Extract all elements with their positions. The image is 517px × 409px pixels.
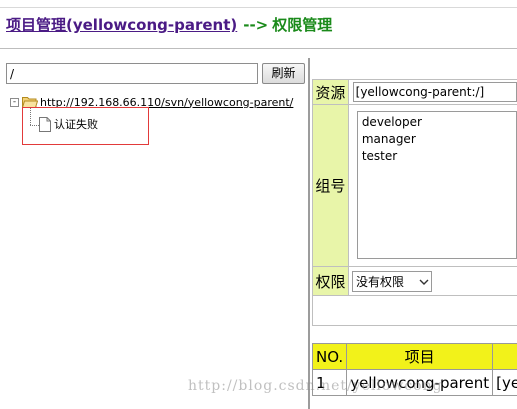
permission-panel: 资源 [yellowcong-parent:/] 组号 developer ma… <box>311 58 517 409</box>
top-divider <box>0 7 517 8</box>
resource-input[interactable]: [yellowcong-parent:/] <box>352 82 517 102</box>
column-header-resource <box>492 343 517 370</box>
group-option[interactable]: manager <box>362 131 512 148</box>
path-input[interactable] <box>6 63 258 84</box>
breadcrumb-arrow: --> <box>243 16 269 34</box>
row-resource-cell: [ye <box>492 369 517 396</box>
group-option[interactable]: tester <box>362 148 512 165</box>
group-label: 组号 <box>313 105 349 266</box>
permission-row: 权限 没有权限 <box>312 267 517 296</box>
header-divider <box>0 48 517 49</box>
refresh-button[interactable]: 刷新 <box>262 63 305 84</box>
collapse-toggle-icon[interactable]: - <box>10 97 19 107</box>
page-title: 项目管理(yellowcong-parent) --> 权限管理 <box>6 14 332 35</box>
repository-tree-panel: 刷新 - http://192.168.66.110/svn/yellowcon… <box>4 58 310 409</box>
chevron-down-icon <box>419 279 429 285</box>
row-number-cell: 1 <box>311 369 348 396</box>
table-header-row: NO. 项目 <box>311 343 517 370</box>
permission-select-value: 没有权限 <box>356 275 405 289</box>
column-header-no: NO. <box>311 343 348 370</box>
action-row <box>312 296 517 326</box>
highlighted-tree-node: 认证失败 <box>22 107 149 145</box>
row-project-cell: yellowcong-parent <box>346 369 494 396</box>
permission-select[interactable]: 没有权限 <box>352 271 432 292</box>
group-row: 组号 developer manager tester <box>312 105 517 267</box>
project-link[interactable]: 项目管理(yellowcong-parent) <box>6 16 237 34</box>
permission-label: 权限 <box>313 267 349 295</box>
table-row[interactable]: 1 yellowcong-parent [ye <box>311 369 517 396</box>
group-listbox[interactable]: developer manager tester <box>356 111 517 259</box>
project-table: NO. 项目 1 yellowcong-parent [ye <box>311 343 517 396</box>
resource-row: 资源 [yellowcong-parent:/] <box>312 79 517 105</box>
tree-connector-horizontal <box>30 125 39 126</box>
section-title: 权限管理 <box>272 16 333 34</box>
tree-node-label[interactable]: 认证失败 <box>54 117 98 132</box>
group-option[interactable]: developer <box>362 114 512 131</box>
column-header-project: 项目 <box>346 343 494 370</box>
file-icon <box>39 117 51 132</box>
tree-connector-vertical <box>30 108 31 125</box>
resource-label: 资源 <box>313 80 349 104</box>
